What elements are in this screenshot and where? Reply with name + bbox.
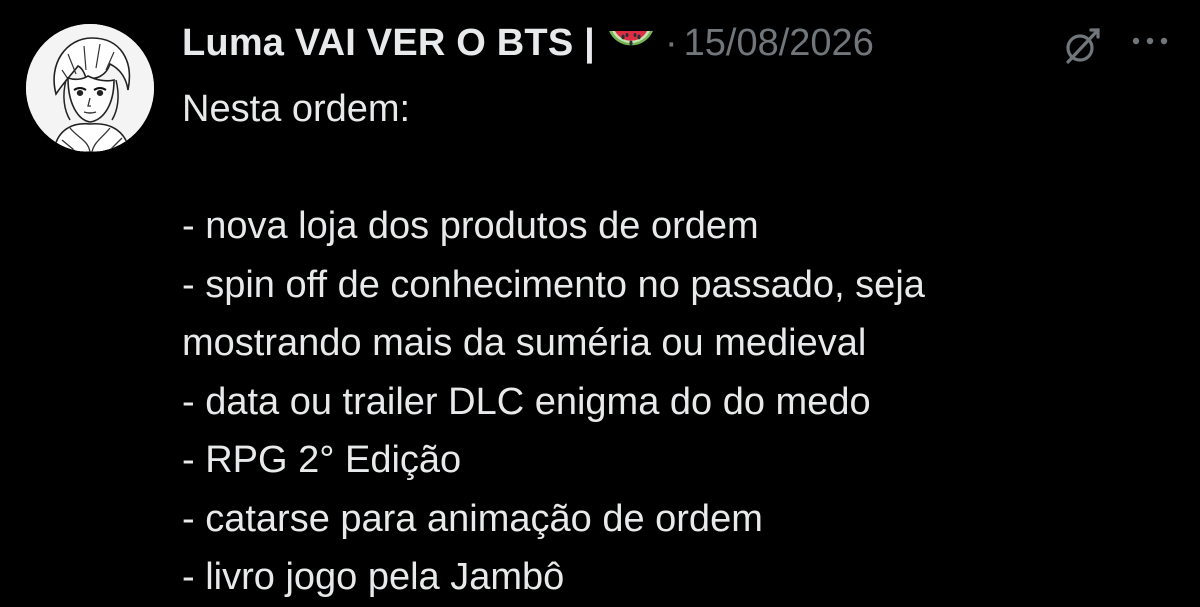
post[interactable]: Luma VAI VER O BTS | · 15/08/2026 Nesta …	[0, 0, 1200, 599]
grok-icon[interactable]	[1060, 24, 1104, 68]
watermelon-emoji-icon	[605, 23, 657, 63]
separator-dot: ·	[664, 21, 678, 64]
post-header: Luma VAI VER O BTS | · 15/08/2026	[182, 18, 874, 68]
post-text-line: - RPG 2° Edição	[182, 439, 462, 481]
post-text-line	[182, 139, 1182, 198]
manga-portrait-icon	[26, 24, 154, 152]
post-text-line: - spin off de conhecimento no passado, s…	[182, 263, 925, 306]
post-text-line: - livro jogo pela Jambô	[182, 556, 565, 598]
post-text-line: - catarse para animação de ordem	[182, 497, 763, 540]
more-options-icon[interactable]	[1130, 34, 1170, 48]
author-display-name[interactable]: Luma VAI VER O BTS |	[182, 22, 595, 65]
post-text-line: - nova loja dos produtos de ordem	[182, 205, 759, 247]
post-text-line: - data ou trailer DLC enigma do do medo	[182, 380, 871, 423]
avatar[interactable]	[26, 24, 154, 152]
post-text-line: Nesta ordem:	[182, 88, 411, 130]
post-text-line: mostrando mais da suméria ou medieval	[182, 322, 867, 364]
post-timestamp[interactable]: 15/08/2026	[684, 22, 874, 65]
post-body: Nesta ordem: - nova loja dos produtos de…	[182, 80, 1182, 607]
